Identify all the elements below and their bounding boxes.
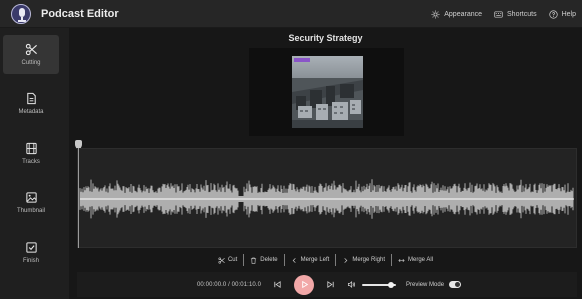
merge-left-label: Merge Left <box>300 257 330 263</box>
skip-back-icon <box>274 281 281 288</box>
shortcuts-label: Shortcuts <box>507 10 537 18</box>
thumbnail-image <box>292 56 363 128</box>
appearance-button[interactable]: Appearance <box>431 9 483 19</box>
delete-button[interactable]: Delete <box>244 257 283 264</box>
chevron-right-icon <box>344 257 348 263</box>
cut-button[interactable]: Cut <box>212 256 243 264</box>
sidebar: Cutting Metadata Tracks Thumbnail Finish <box>0 28 69 299</box>
sidebar-label-tracks: Tracks <box>22 159 40 165</box>
sidebar-label-cutting: Cutting <box>21 60 41 66</box>
scissors-icon <box>218 256 225 264</box>
keyboard-icon <box>494 10 503 18</box>
trash-icon <box>251 257 257 264</box>
volume-knob[interactable] <box>387 281 394 288</box>
chevron-left-icon <box>292 257 296 263</box>
app-title: Podcast Editor <box>41 7 119 20</box>
merge-right-button[interactable]: Merge Right <box>336 257 391 264</box>
sidebar-item-tracks[interactable]: Tracks <box>3 134 59 173</box>
sidebar-item-metadata[interactable]: Metadata <box>3 84 59 123</box>
sun-icon <box>431 9 440 19</box>
film-icon <box>25 142 37 155</box>
play-icon <box>301 280 308 289</box>
sidebar-label-thumbnail: Thumbnail <box>16 208 45 214</box>
waveform-track[interactable] <box>77 148 577 248</box>
audio-waveform <box>79 179 574 219</box>
document-icon <box>26 92 36 105</box>
thumbnail-badge <box>294 58 310 62</box>
scissors-icon <box>25 43 37 56</box>
edit-toolbar: Cut Delete Merge Left Merge Right Merge … <box>69 252 582 268</box>
help-button[interactable]: Help <box>548 9 576 19</box>
podcast-editor-app: Podcast Editor Appearance Shortcuts Help… <box>0 0 582 299</box>
sidebar-label-finish: Finish <box>22 258 39 264</box>
volume-icon <box>348 280 355 289</box>
play-button[interactable] <box>294 274 315 295</box>
top-actions: Appearance Shortcuts Help <box>431 0 576 28</box>
cut-label: Cut <box>227 257 238 263</box>
sidebar-item-thumbnail[interactable]: Thumbnail <box>3 183 59 222</box>
appearance-label: Appearance <box>444 10 483 18</box>
shortcuts-button[interactable]: Shortcuts <box>494 10 537 19</box>
project-title: Security Strategy <box>288 33 363 43</box>
top-bar: Podcast Editor Appearance Shortcuts Help <box>0 0 582 28</box>
merge-all-label: Merge All <box>408 257 434 263</box>
check-square-icon <box>25 242 37 253</box>
player-controls: 00:00:00.0 / 00:01:10.0 Preview Mode <box>77 272 577 297</box>
timecode: 00:00:00.0 / 00:01:10.0 <box>197 281 262 288</box>
volume-slider[interactable] <box>362 281 397 288</box>
toggle-knob <box>455 282 461 287</box>
help-circle-icon <box>548 9 558 19</box>
arrows-horizontal-icon <box>398 258 405 262</box>
delete-label: Delete <box>260 257 278 263</box>
skip-forward-icon <box>327 281 334 288</box>
merge-right-label: Merge Right <box>352 257 386 263</box>
app-logo-icon <box>11 3 31 24</box>
video-preview[interactable] <box>249 48 404 136</box>
volume-button[interactable] <box>347 280 356 289</box>
playhead-line <box>78 148 79 248</box>
merge-left-button[interactable]: Merge Left <box>285 257 336 264</box>
merge-all-button[interactable]: Merge All <box>392 257 439 264</box>
sidebar-label-metadata: Metadata <box>18 109 44 115</box>
skip-forward-button[interactable] <box>326 280 335 289</box>
skip-back-button[interactable] <box>273 280 282 289</box>
sidebar-item-cutting[interactable]: Cutting <box>3 35 59 74</box>
help-label: Help <box>561 10 576 18</box>
preview-mode-label: Preview Mode <box>406 281 445 288</box>
sidebar-item-finish[interactable]: Finish <box>3 233 59 272</box>
preview-mode-toggle[interactable] <box>449 281 462 288</box>
image-icon <box>25 192 37 203</box>
main-panel: Security Strategy Cut Delete Merge Left … <box>69 28 582 299</box>
